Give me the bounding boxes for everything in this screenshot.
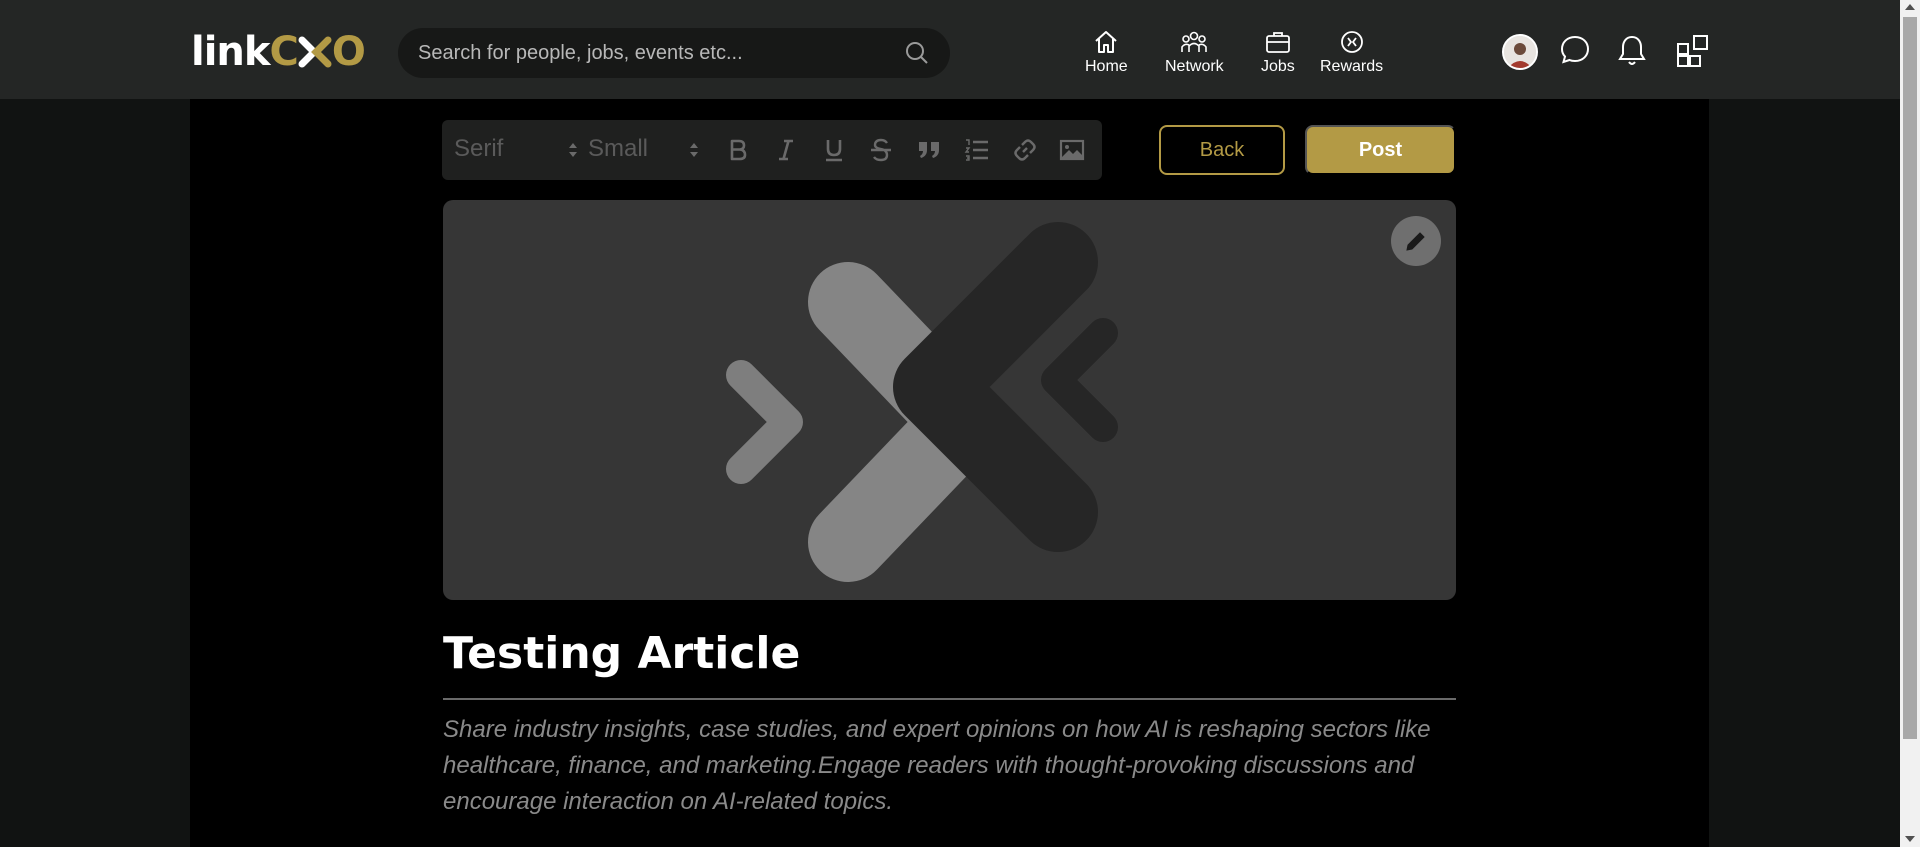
title-divider bbox=[443, 698, 1456, 700]
logo-x-icon bbox=[298, 36, 332, 68]
italic-icon[interactable] bbox=[772, 136, 800, 164]
article-description-input[interactable]: Share industry insights, case studies, a… bbox=[443, 712, 1456, 820]
scroll-up-arrow[interactable] bbox=[1905, 4, 1915, 10]
scrollbar-thumb[interactable] bbox=[1903, 17, 1917, 739]
search-icon[interactable] bbox=[904, 40, 930, 66]
top-navbar: link C O Home Network bbox=[0, 0, 1900, 99]
briefcase-icon bbox=[1265, 32, 1290, 53]
scroll-down-arrow[interactable] bbox=[1905, 836, 1915, 842]
linkcxo-logo[interactable]: link C O bbox=[191, 29, 366, 75]
font-select[interactable]: Serif bbox=[454, 135, 503, 163]
bell-icon[interactable] bbox=[1616, 34, 1648, 68]
editor-toolbar: Serif Small bbox=[442, 120, 1102, 180]
font-select-arrows-icon bbox=[569, 143, 577, 157]
bold-icon[interactable] bbox=[724, 136, 752, 164]
chat-icon[interactable] bbox=[1559, 34, 1591, 66]
nav-home[interactable]: Home bbox=[1085, 28, 1128, 76]
back-button[interactable]: Back bbox=[1159, 125, 1285, 175]
strikethrough-icon[interactable] bbox=[867, 136, 895, 164]
size-select[interactable]: Small bbox=[588, 135, 648, 163]
link-icon[interactable] bbox=[1011, 136, 1039, 164]
nav-rewards[interactable]: Rewards bbox=[1320, 28, 1383, 76]
rewards-icon bbox=[1340, 31, 1363, 53]
ordered-list-icon[interactable] bbox=[963, 136, 991, 164]
size-select-arrows-icon bbox=[690, 143, 698, 157]
avatar[interactable] bbox=[1502, 34, 1538, 70]
pencil-icon bbox=[1406, 232, 1425, 251]
linkcxo-placeholder-logo-icon bbox=[726, 222, 1118, 582]
edit-cover-button[interactable] bbox=[1391, 216, 1441, 266]
apps-grid-icon[interactable] bbox=[1676, 34, 1710, 68]
nav-network[interactable]: Network bbox=[1165, 28, 1224, 76]
search-bar bbox=[398, 28, 950, 78]
cover-image bbox=[443, 200, 1456, 600]
article-title-input[interactable]: Testing Article bbox=[443, 628, 800, 679]
user-photo-icon bbox=[1504, 36, 1536, 68]
search-input[interactable] bbox=[418, 41, 904, 65]
quote-icon[interactable] bbox=[915, 136, 943, 164]
post-button[interactable]: Post bbox=[1305, 125, 1456, 175]
image-icon[interactable] bbox=[1058, 136, 1086, 164]
network-icon bbox=[1181, 31, 1208, 52]
home-icon bbox=[1095, 31, 1118, 53]
underline-icon[interactable] bbox=[820, 136, 848, 164]
nav-jobs[interactable]: Jobs bbox=[1261, 28, 1295, 76]
